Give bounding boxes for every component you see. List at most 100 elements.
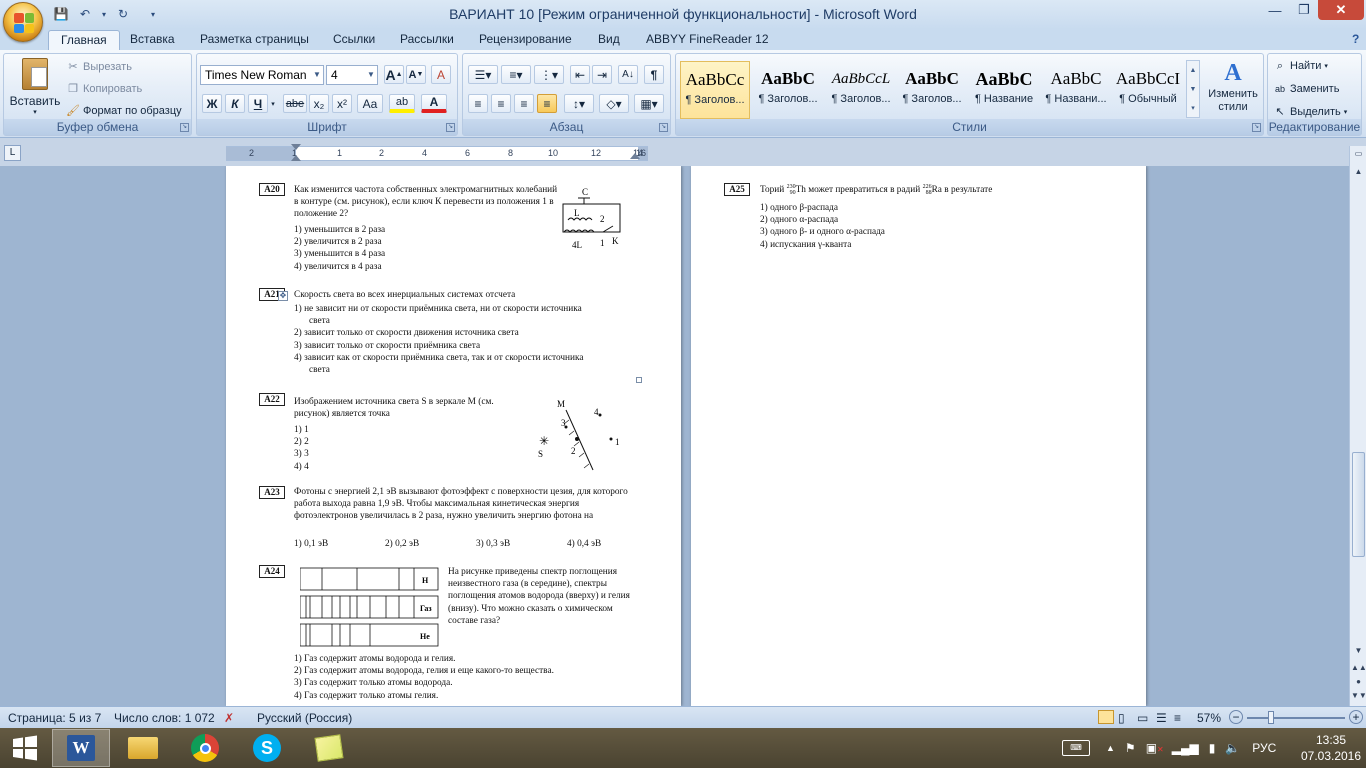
- bold-button[interactable]: Ж: [202, 94, 222, 113]
- tab-mailings[interactable]: Рассылки: [400, 30, 454, 50]
- italic-button[interactable]: К: [225, 94, 245, 113]
- highlight-button[interactable]: ab: [389, 94, 415, 113]
- vertical-scrollbar[interactable]: ▭ ▲ ▼ ▲▲ ● ▼▼: [1349, 146, 1366, 706]
- tab-selector[interactable]: L: [4, 145, 21, 161]
- tab-abbyy[interactable]: ABBYY FineReader 12: [646, 30, 769, 50]
- chevron-down-icon[interactable]: ▼: [311, 66, 323, 84]
- increase-indent-button[interactable]: ⇥: [592, 65, 612, 84]
- style-item[interactable]: AaBbC ¶ Заголов...: [753, 61, 823, 119]
- subscript-button[interactable]: x₂: [309, 94, 329, 113]
- styles-scroll[interactable]: ▲ ▼ ▾: [1186, 60, 1200, 118]
- close-button[interactable]: ✕: [1318, 0, 1364, 20]
- taskbar-skype[interactable]: S: [238, 729, 296, 767]
- word-count[interactable]: Число слов: 1 072: [114, 711, 215, 725]
- language-indicator[interactable]: Русский (Россия): [257, 711, 352, 725]
- clipboard-launcher-icon[interactable]: ↘: [180, 123, 189, 132]
- shading-button[interactable]: ◇▾: [599, 94, 629, 113]
- zoom-out-icon[interactable]: −: [1229, 710, 1243, 724]
- show-marks-button[interactable]: ¶: [644, 65, 664, 84]
- signal-icon[interactable]: ▂▄▆: [1172, 741, 1199, 755]
- zoom-slider-thumb[interactable]: [1268, 711, 1274, 724]
- line-spacing-button[interactable]: ↕▾: [564, 94, 594, 113]
- font-size-combo[interactable]: 4 ▼: [326, 65, 378, 85]
- borders-button[interactable]: ▦▾: [634, 94, 664, 113]
- taskbar-explorer[interactable]: [114, 729, 172, 767]
- strikethrough-button[interactable]: abe: [283, 94, 307, 113]
- chevron-down-icon[interactable]: ▼: [365, 66, 377, 84]
- clear-format-button[interactable]: A: [431, 65, 451, 84]
- font-color-button[interactable]: A: [421, 94, 447, 113]
- underline-dropdown-icon[interactable]: ▾: [268, 94, 278, 113]
- find-button[interactable]: ⌕ Найти ▾: [1273, 59, 1328, 73]
- scrollbar-thumb[interactable]: [1352, 452, 1365, 557]
- clock[interactable]: 13:35 07.03.2016: [1300, 732, 1362, 764]
- change-styles-button[interactable]: A Изменить стили: [1204, 58, 1262, 114]
- scroll-up-icon[interactable]: ▲: [1351, 164, 1366, 179]
- page-count[interactable]: Страница: 5 из 7: [8, 711, 101, 725]
- battery-icon[interactable]: ▮: [1209, 741, 1216, 755]
- spellcheck-icon[interactable]: ✗: [224, 711, 234, 725]
- numbering-button[interactable]: ≡▾: [501, 65, 531, 84]
- sort-button[interactable]: A↓: [618, 65, 638, 84]
- style-item[interactable]: AaBbCc ¶ Заголов...: [680, 61, 750, 119]
- web-layout-view-icon[interactable]: ▭: [1137, 711, 1148, 725]
- start-button[interactable]: [0, 729, 50, 767]
- right-indent-marker-icon[interactable]: [630, 153, 640, 159]
- underline-button[interactable]: Ч: [248, 94, 268, 113]
- maximize-button[interactable]: ❐: [1290, 0, 1318, 20]
- style-item[interactable]: AaBbCcI ¶ Обычный: [1113, 61, 1183, 119]
- tab-review[interactable]: Рецензирование: [479, 30, 572, 50]
- grow-font-button[interactable]: A ▲: [384, 65, 404, 84]
- horizontal-ruler[interactable]: 2 1 1 2 4 6 8 10 12 14 16: [226, 144, 648, 161]
- taskbar-word[interactable]: W: [52, 729, 110, 767]
- previous-page-icon[interactable]: ▲▲: [1351, 660, 1366, 675]
- zoom-in-icon[interactable]: +: [1349, 710, 1363, 724]
- indent-marker-icon[interactable]: [291, 144, 301, 150]
- align-right-button[interactable]: ≡: [514, 94, 534, 113]
- justify-button[interactable]: ≡: [537, 94, 557, 113]
- paste-button[interactable]: Вставить ▾: [7, 57, 63, 117]
- tab-insert[interactable]: Вставка: [130, 30, 175, 50]
- decrease-indent-button[interactable]: ⇤: [570, 65, 590, 84]
- browse-object-icon[interactable]: ●: [1351, 674, 1366, 689]
- change-case-button[interactable]: Aa: [357, 94, 383, 113]
- minimize-button[interactable]: —: [1260, 0, 1290, 20]
- office-button[interactable]: [3, 2, 43, 42]
- paragraph-launcher-icon[interactable]: ↘: [659, 123, 668, 132]
- superscript-button[interactable]: x²: [332, 94, 352, 113]
- document-page[interactable]: A20 Как изменится частота собственных эл…: [226, 166, 681, 706]
- print-layout-view-icon[interactable]: [1098, 710, 1114, 724]
- tab-view[interactable]: Вид: [598, 30, 620, 50]
- help-icon[interactable]: ?: [1352, 30, 1359, 50]
- indent-marker-icon[interactable]: [291, 155, 301, 161]
- style-item[interactable]: AaBbCcL ¶ Заголов...: [826, 61, 896, 119]
- format-painter-button[interactable]: 🖌 Формат по образцу: [66, 104, 182, 118]
- draft-view-icon[interactable]: ≡: [1174, 711, 1181, 725]
- bullets-button[interactable]: ☰▾: [468, 65, 498, 84]
- shrink-font-button[interactable]: A ▼: [406, 65, 426, 84]
- zoom-slider[interactable]: [1247, 717, 1345, 719]
- tray-expand-icon[interactable]: ▲: [1106, 743, 1115, 753]
- style-item[interactable]: AaBbC ¶ Название: [969, 61, 1039, 119]
- input-language[interactable]: РУС: [1252, 741, 1276, 755]
- volume-icon[interactable]: 🔈: [1225, 741, 1240, 755]
- style-item[interactable]: AaBbC ¶ Названи...: [1041, 61, 1111, 119]
- document-page[interactable]: A25 Торий 230 90Th может превратиться в р…: [691, 166, 1146, 706]
- taskbar-notes[interactable]: [300, 729, 358, 767]
- styles-launcher-icon[interactable]: ↘: [1252, 123, 1261, 132]
- scroll-down-icon[interactable]: ▼: [1351, 643, 1366, 658]
- action-center-icon[interactable]: ⚑: [1125, 741, 1136, 755]
- zoom-level[interactable]: 57%: [1197, 711, 1221, 725]
- reading-view-icon[interactable]: ▯: [1118, 711, 1125, 725]
- taskbar-chrome[interactable]: [176, 729, 234, 767]
- tab-home[interactable]: Главная: [48, 30, 120, 50]
- keyboard-icon[interactable]: ⌨: [1062, 740, 1090, 756]
- style-item[interactable]: AaBbC ¶ Заголов...: [897, 61, 967, 119]
- copy-button[interactable]: ❐ Копировать: [66, 82, 142, 96]
- tab-page-layout[interactable]: Разметка страницы: [200, 30, 309, 50]
- align-center-button[interactable]: ≡: [491, 94, 511, 113]
- ruler-toggle-icon[interactable]: ▭: [1351, 146, 1366, 161]
- replace-button[interactable]: ab Заменить: [1273, 82, 1339, 96]
- font-launcher-icon[interactable]: ↘: [446, 123, 455, 132]
- font-name-combo[interactable]: Times New Roman ▼: [200, 65, 324, 85]
